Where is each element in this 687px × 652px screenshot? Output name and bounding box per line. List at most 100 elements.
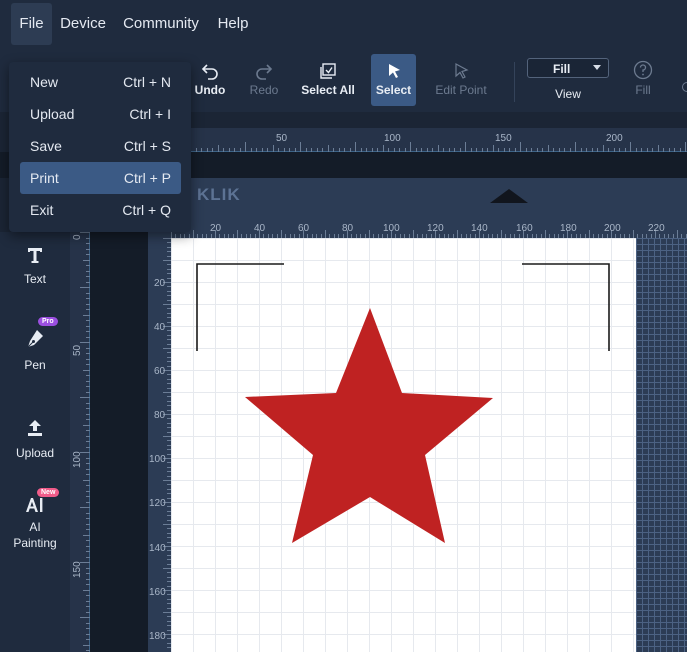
menu-item-shortcut: Ctrl + S: [123, 138, 171, 154]
tick-label: 220: [648, 223, 665, 234]
text-tool-label: Text: [23, 272, 46, 286]
fill-label: Fill: [635, 83, 651, 97]
pro-badge: Pro: [38, 317, 58, 326]
menu-item-shortcut: Ctrl + I: [129, 106, 171, 122]
redo-button[interactable]: Redo: [242, 54, 286, 106]
tick-label: 150: [495, 133, 512, 144]
overflow-grid-lines: [636, 238, 687, 652]
upload-tool-label: Upload: [15, 446, 55, 460]
fill-mode-select[interactable]: Fill: [527, 58, 609, 78]
tick-label: 160: [149, 587, 166, 598]
tick-label: 120: [149, 498, 166, 509]
select-button[interactable]: Select: [371, 54, 416, 106]
ai-label-line1: AI: [29, 520, 41, 534]
edit-point-icon: [455, 62, 469, 79]
strip-background-left: [90, 178, 148, 652]
chevron-down-icon: [593, 65, 601, 70]
menu-item-label: Save: [30, 138, 62, 154]
edit-point-label: Edit Point: [435, 83, 487, 97]
tick-label: 80: [154, 410, 166, 421]
help-circle-icon: [633, 60, 653, 80]
tick-label: 200: [604, 223, 621, 234]
redo-label: Redo: [249, 83, 279, 97]
menu-item-label: Print: [30, 170, 59, 186]
tick-label: 40: [154, 322, 166, 333]
tick-label: 50: [276, 133, 288, 144]
fill-mode-value: Fill: [553, 62, 571, 76]
select-all-label: Select All: [301, 83, 355, 97]
canvas-overflow-grid: [636, 238, 687, 652]
tick-label: 200: [606, 133, 623, 144]
ai-painting-icon: [26, 498, 43, 512]
crop-mark-top-right: [522, 263, 610, 351]
upload-tool[interactable]: Upload: [0, 418, 70, 461]
tick-label: 20: [154, 278, 166, 289]
menu-item-exit[interactable]: Exit Ctrl + Q: [20, 194, 181, 226]
pen-tool[interactable]: Pen: [0, 328, 70, 373]
menu-item-print[interactable]: Print Ctrl + P: [20, 162, 181, 194]
tick-label: 60: [154, 366, 166, 377]
tick-label: 50: [72, 344, 83, 356]
menu-item-upload[interactable]: Upload Ctrl + I: [20, 98, 181, 130]
menu-item-shortcut: Ctrl + N: [123, 74, 171, 90]
strip-left-ticks: [80, 232, 90, 651]
menu-help[interactable]: Help: [212, 3, 254, 45]
strip-ruler-left: 0 50 100 150: [70, 232, 90, 652]
text-tool[interactable]: Text: [0, 246, 70, 287]
tick-label: 180: [149, 631, 166, 642]
file-menu-dropdown: New Ctrl + N Upload Ctrl + I Save Ctrl +…: [9, 62, 191, 232]
text-icon: [28, 248, 42, 263]
tick-label: 140: [471, 223, 488, 234]
tick-label: 120: [427, 223, 444, 234]
tick-label: 80: [342, 223, 354, 234]
view-label: View: [555, 87, 581, 101]
crop-mark-top-left: [196, 263, 284, 351]
tick-label: 60: [298, 223, 310, 234]
ai-label-line2: Painting: [13, 536, 57, 550]
menu-item-label: Upload: [30, 106, 75, 122]
strip-ruler-top: 50 100 150 200: [190, 128, 687, 152]
fill-button[interactable]: Fill: [622, 54, 664, 106]
tick-label: 40: [254, 223, 266, 234]
design-canvas[interactable]: [171, 238, 636, 652]
tick-label: 100: [384, 133, 401, 144]
brand-logo: KLIK: [197, 185, 241, 204]
tick-label: 100: [149, 454, 166, 465]
menu-device[interactable]: Device: [56, 3, 110, 45]
menu-item-shortcut: Ctrl + Q: [122, 202, 171, 218]
upload-icon: [28, 420, 42, 436]
new-badge: New: [37, 488, 60, 497]
select-all-icon: [320, 63, 336, 79]
tick-label: 160: [516, 223, 533, 234]
menu-item-new[interactable]: New Ctrl + N: [20, 66, 181, 98]
tick-label: 150: [72, 561, 83, 578]
tick-label: 100: [383, 223, 400, 234]
menu-item-shortcut: Ctrl + P: [123, 170, 171, 186]
canvas-grid: [171, 238, 636, 652]
menu-community[interactable]: Community: [118, 3, 204, 45]
menu-bar: File Device Community Help: [0, 0, 687, 50]
pen-tool-label: Pen: [24, 358, 46, 372]
app-window: File Device Community Help Undo Redo Sel…: [0, 0, 687, 652]
toolbar-separator: [514, 62, 515, 102]
select-all-button[interactable]: Select All: [298, 54, 358, 106]
menu-file[interactable]: File: [11, 3, 52, 45]
edit-point-button[interactable]: Edit Point: [430, 54, 492, 106]
tick-label: 180: [560, 223, 577, 234]
ai-painting-tool[interactable]: AI Painting: [0, 496, 70, 551]
redo-icon: [256, 64, 273, 80]
tick-label: 140: [149, 543, 166, 554]
menu-item-label: New: [30, 74, 59, 90]
collapse-arrow-icon[interactable]: [488, 187, 530, 205]
menu-item-save[interactable]: Save Ctrl + S: [20, 130, 181, 162]
menu-item-label: Exit: [30, 202, 54, 218]
partial-toolbar-icon: [682, 82, 687, 92]
cursor-icon: [388, 64, 400, 78]
undo-label: Undo: [194, 83, 226, 97]
undo-button[interactable]: Undo: [188, 54, 232, 106]
pen-icon: [27, 330, 43, 348]
select-label: Select: [375, 83, 412, 97]
left-sidebar: Text Pen Pro Upload AI Painting New: [0, 232, 70, 652]
tick-label: 20: [210, 223, 222, 234]
undo-icon: [201, 64, 218, 80]
